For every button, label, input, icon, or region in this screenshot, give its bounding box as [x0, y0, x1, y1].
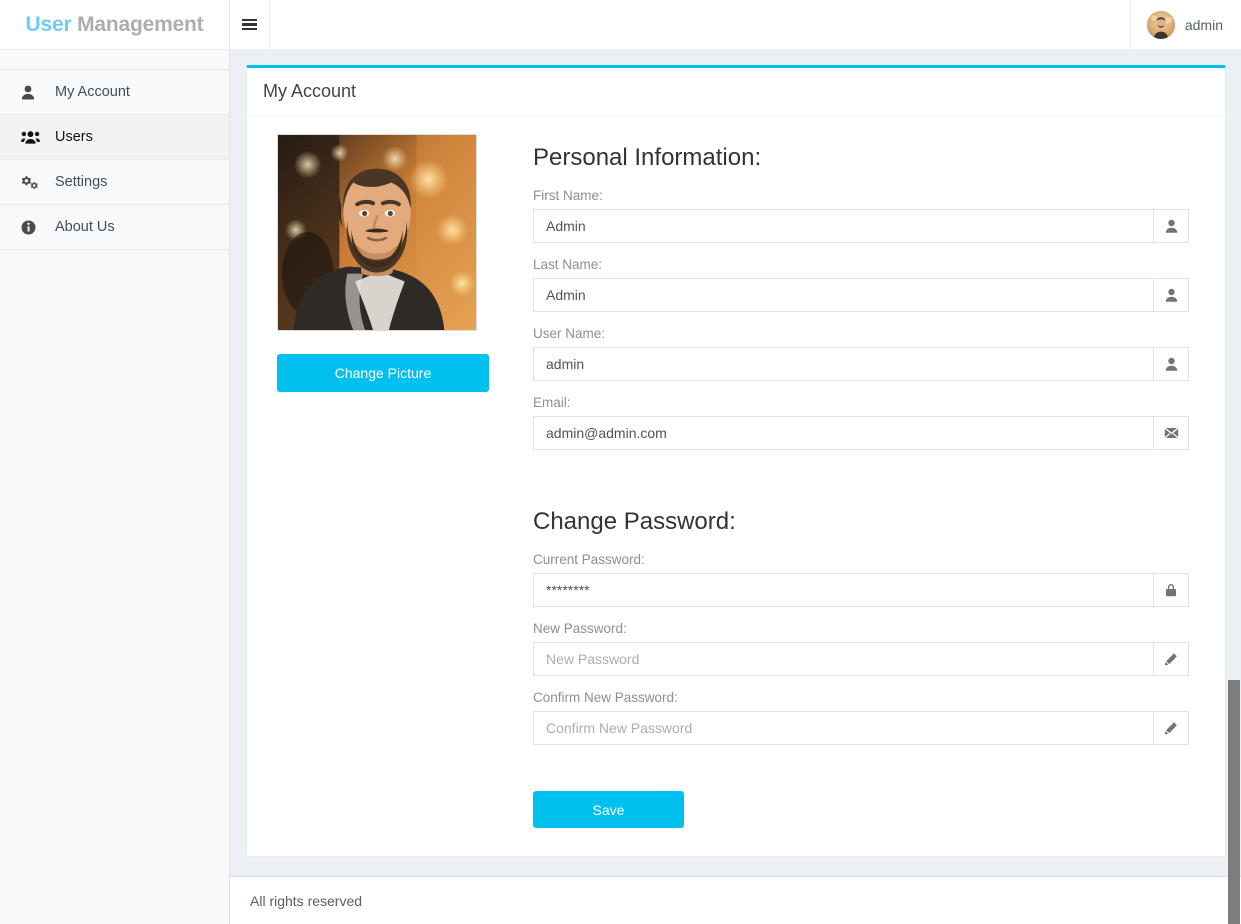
user-icon [1153, 209, 1189, 243]
change-password-heading: Change Password: [533, 508, 1189, 536]
current-password-field-group: Current Password: [533, 552, 1189, 607]
page-footer: All rights reserved [230, 876, 1241, 924]
confirm-password-label: Confirm New Password: [533, 690, 1189, 705]
topbar-spacer [270, 0, 1130, 49]
top-header: admin [230, 0, 1241, 50]
logo-word-user: User [26, 13, 72, 36]
current-password-label: Current Password: [533, 552, 1189, 567]
user-icon [1153, 347, 1189, 381]
sidebar-item-about-us[interactable]: About Us [0, 205, 229, 250]
page-scrollbar[interactable] [1227, 0, 1241, 924]
sidebar-nav: My Account Users [0, 70, 229, 250]
profile-photo [277, 134, 477, 331]
new-password-input[interactable] [533, 642, 1153, 676]
user-name-label: User Name: [533, 326, 1189, 341]
sidebar-item-label: My Account [55, 85, 130, 100]
last-name-field-group: Last Name: [533, 257, 1189, 312]
new-password-label: New Password: [533, 621, 1189, 636]
sidebar-item-users[interactable]: Users [0, 115, 229, 160]
sidebar-item-my-account[interactable]: My Account [0, 70, 229, 115]
users-group-icon [21, 130, 41, 145]
email-field-group: Email: [533, 395, 1189, 450]
sidebar-item-settings[interactable]: Settings [0, 160, 229, 205]
user-name-field-group: User Name: [533, 326, 1189, 381]
content-area: My Account [230, 50, 1241, 924]
sidebar-item-label: Users [55, 130, 93, 145]
logo-text: User Management [26, 13, 204, 37]
save-button[interactable]: Save [533, 791, 684, 828]
first-name-field-group: First Name: [533, 188, 1189, 243]
info-circle-icon [21, 220, 41, 235]
confirm-password-input[interactable] [533, 711, 1153, 745]
logo-word-management: Management [77, 13, 203, 36]
new-password-field-group: New Password: [533, 621, 1189, 676]
user-name-input[interactable] [533, 347, 1153, 381]
first-name-input[interactable] [533, 209, 1153, 243]
sidebar-spacer [0, 50, 229, 70]
hamburger-bar [242, 28, 257, 31]
account-form: Personal Information: First Name: [488, 134, 1209, 828]
user-menu[interactable]: admin [1130, 0, 1241, 49]
page-title: My Account [263, 81, 356, 102]
change-picture-button[interactable]: Change Picture [277, 354, 489, 392]
pencil-icon [1153, 711, 1189, 745]
hamburger-bar [242, 19, 257, 22]
email-input[interactable] [533, 416, 1153, 450]
hamburger-icon[interactable] [230, 0, 270, 49]
avatar [1147, 11, 1175, 39]
user-icon [21, 85, 41, 100]
envelope-icon [1153, 416, 1189, 450]
hamburger-bar [242, 23, 257, 26]
panel-header: My Account [247, 68, 1225, 116]
app-root: User Management My Account Us [0, 0, 1241, 924]
profile-picture-column: Change Picture [263, 134, 488, 828]
personal-information-heading: Personal Information: [533, 144, 1189, 172]
user-icon [1153, 278, 1189, 312]
confirm-password-field-group: Confirm New Password: [533, 690, 1189, 745]
footer-text: All rights reserved [250, 893, 362, 909]
last-name-label: Last Name: [533, 257, 1189, 272]
pencil-icon [1153, 642, 1189, 676]
lock-icon [1153, 573, 1189, 607]
sidebar: User Management My Account Us [0, 0, 230, 924]
app-logo[interactable]: User Management [0, 0, 229, 50]
my-account-panel: My Account [246, 65, 1226, 857]
sidebar-item-label: About Us [55, 220, 115, 235]
first-name-label: First Name: [533, 188, 1189, 203]
user-menu-label: admin [1185, 17, 1223, 33]
scrollbar-thumb[interactable] [1228, 680, 1240, 924]
sidebar-item-label: Settings [55, 175, 107, 190]
current-password-input[interactable] [533, 573, 1153, 607]
gears-icon [21, 175, 41, 190]
email-label: Email: [533, 395, 1189, 410]
last-name-input[interactable] [533, 278, 1153, 312]
panel-body: Change Picture Personal Information: Fir… [247, 116, 1225, 856]
